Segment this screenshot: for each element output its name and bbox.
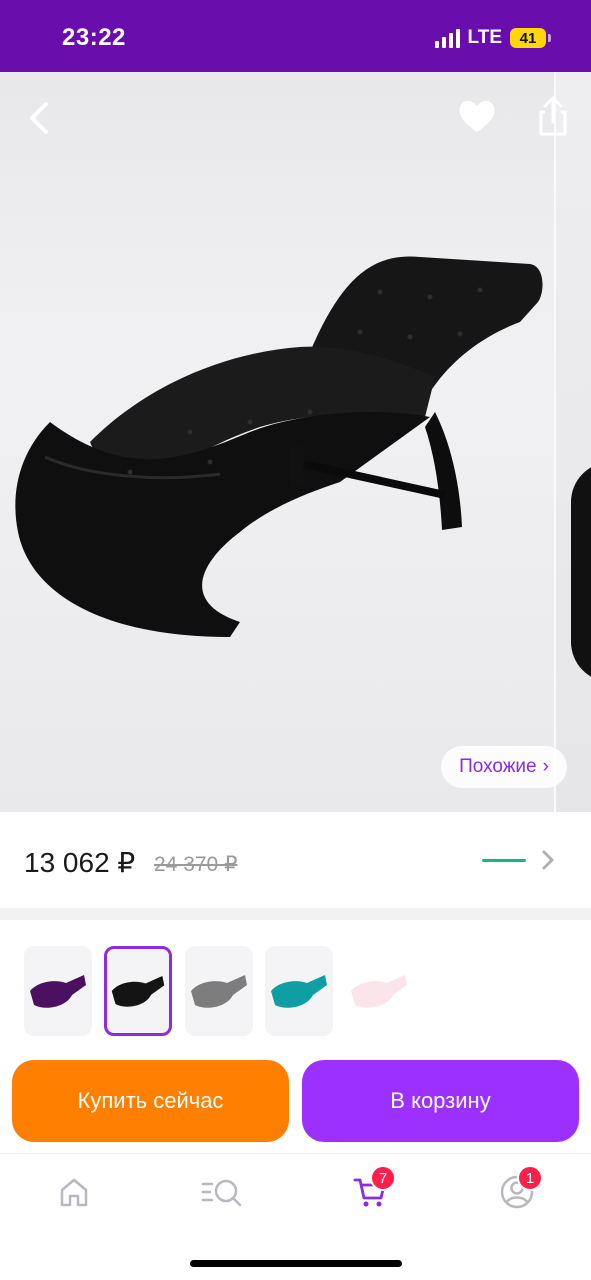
signal-icon	[434, 28, 460, 48]
variant-thumbnail	[30, 975, 86, 1008]
favorite-button[interactable]	[456, 96, 498, 136]
variant-thumbnail	[351, 975, 407, 1008]
chevron-right-icon: ›	[542, 756, 549, 777]
status-bar: 23:22 LTE 41	[0, 0, 591, 72]
tab-home[interactable]	[54, 1172, 94, 1212]
variant-grey[interactable]	[185, 946, 253, 1036]
battery-icon: 41	[510, 28, 551, 48]
catalog-search-icon	[201, 1179, 242, 1207]
next-image-peek[interactable]	[554, 72, 591, 812]
network-type: LTE	[467, 27, 502, 48]
cart-badge: 7	[370, 1165, 396, 1191]
old-price: 24 370 ₽	[154, 853, 238, 876]
variant-thumbnail	[111, 976, 165, 1007]
share-icon	[539, 96, 567, 136]
profile-badge: 1	[517, 1165, 543, 1191]
variant-pink[interactable]	[345, 946, 413, 1036]
product-image-gallery[interactable]	[0, 72, 591, 812]
variant-black[interactable]	[104, 946, 172, 1036]
share-button[interactable]	[533, 94, 573, 138]
home-icon	[60, 1178, 88, 1207]
back-button[interactable]	[22, 96, 58, 140]
home-indicator	[190, 1260, 402, 1267]
heart-icon	[459, 100, 495, 132]
buy-now-button[interactable]: Купить сейчас	[12, 1060, 289, 1142]
tab-catalog[interactable]	[200, 1172, 244, 1212]
add-to-cart-button[interactable]: В корзину	[302, 1060, 579, 1142]
variant-thumbnail	[191, 975, 247, 1008]
variant-thumbnail	[271, 975, 327, 1008]
status-time: 23:22	[62, 24, 126, 51]
chevron-left-icon	[30, 102, 48, 134]
price-card[interactable]: 13 062 ₽ 24 370 ₽	[0, 812, 591, 908]
similar-label: Похожие	[459, 756, 537, 777]
battery-level: 41	[510, 28, 546, 48]
price-indicator	[482, 859, 526, 862]
similar-products-button[interactable]: Похожие ›	[441, 746, 567, 788]
product-image	[15, 256, 543, 637]
status-indicators: LTE 41	[434, 27, 551, 49]
variant-teal[interactable]	[265, 946, 333, 1036]
variant-purple[interactable]	[24, 946, 92, 1036]
chevron-right-icon[interactable]	[540, 848, 556, 872]
current-price: 13 062 ₽	[24, 847, 136, 878]
section-divider	[0, 908, 591, 920]
